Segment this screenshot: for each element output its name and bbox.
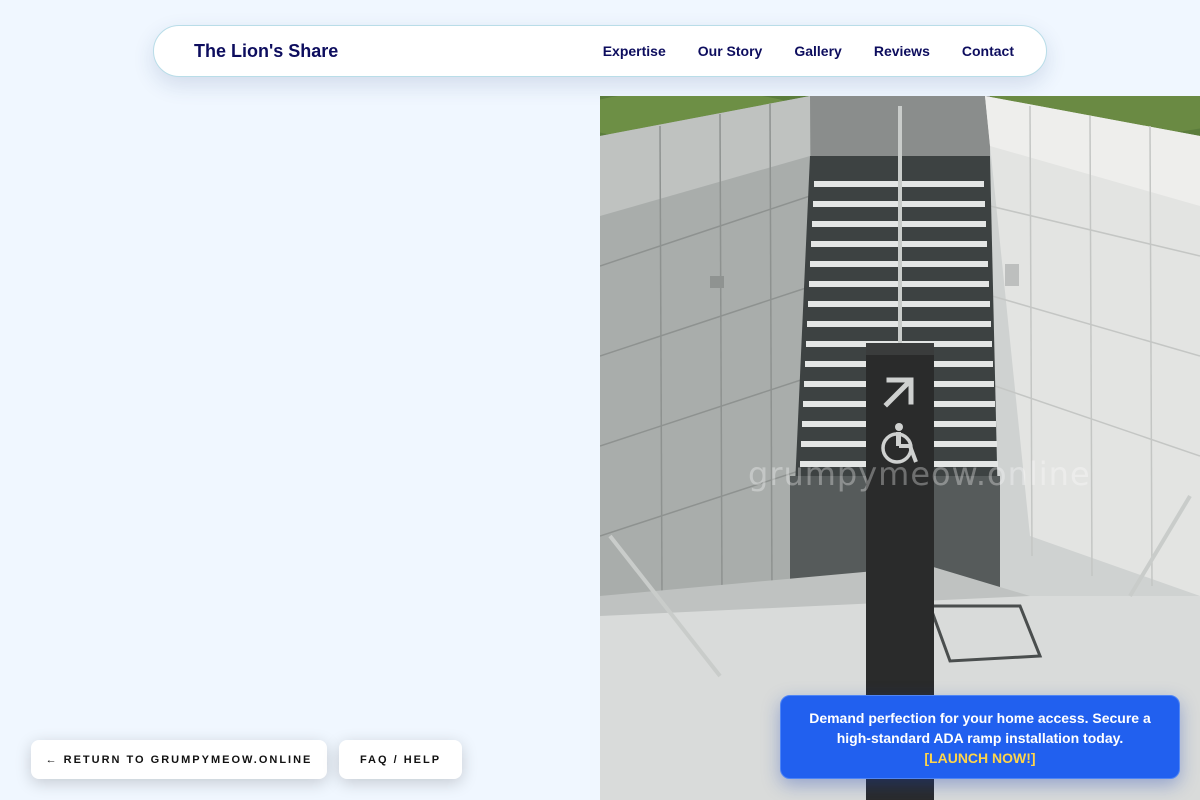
nav-links: Expertise Our Story Gallery Reviews Cont…: [603, 43, 1014, 59]
top-navbar: The Lion's Share Expertise Our Story Gal…: [153, 25, 1047, 77]
nav-item-reviews[interactable]: Reviews: [874, 43, 930, 59]
cta-text: Demand perfection for your home access. …: [809, 710, 1151, 746]
brand-logo-text[interactable]: The Lion's Share: [194, 41, 338, 62]
return-to-site-button[interactable]: ← RETURN TO GRUMPYMEOW.ONLINE: [31, 740, 327, 779]
watermark-text: grumpymeow.online: [748, 455, 1091, 493]
nav-item-contact[interactable]: Contact: [962, 43, 1014, 59]
nav-item-expertise[interactable]: Expertise: [603, 43, 666, 59]
cta-banner: Demand perfection for your home access. …: [780, 695, 1180, 779]
faq-help-button[interactable]: FAQ / HELP: [339, 740, 462, 779]
nav-item-gallery[interactable]: Gallery: [794, 43, 841, 59]
cta-launch-link[interactable]: [LAUNCH NOW!]: [801, 748, 1159, 768]
nav-item-our-story[interactable]: Our Story: [698, 43, 763, 59]
